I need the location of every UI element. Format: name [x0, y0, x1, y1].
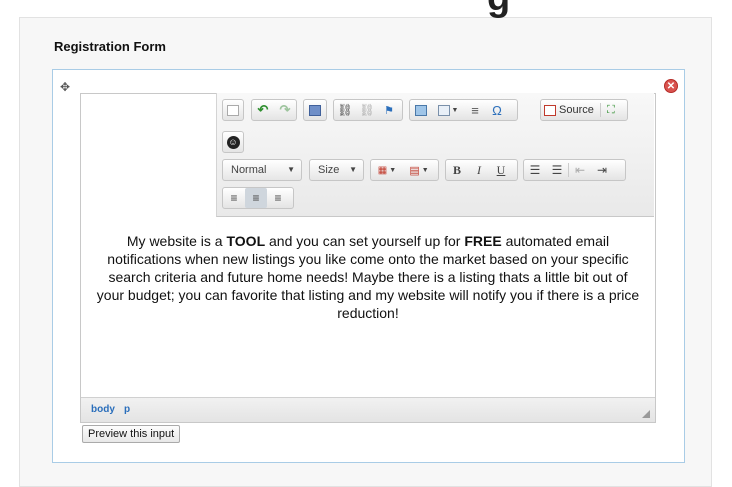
underline-button[interactable]: U	[490, 160, 512, 180]
table-icon[interactable]: ▼	[432, 100, 464, 120]
content-text: My website is a	[126, 233, 227, 249]
numbered-list-icon[interactable]: ☰	[524, 160, 546, 180]
special-char-icon[interactable]: Ω	[486, 100, 508, 120]
align-left-icon[interactable]: ≡	[223, 188, 245, 208]
bulleted-list-icon[interactable]: ☰	[546, 160, 568, 180]
size-combo-value: Size	[318, 164, 340, 176]
maximize-icon[interactable]: ⛶	[601, 100, 621, 120]
outdent-icon[interactable]: ⇤	[569, 160, 591, 180]
editor-content[interactable]: My website is a TOOL and you can set you…	[96, 232, 640, 322]
chevron-down-icon: ▼	[287, 165, 295, 174]
spellcheck-group	[303, 99, 327, 121]
italic-button[interactable]: I	[468, 160, 490, 180]
link-group: ⛓ ⛓ ⚑	[333, 99, 403, 121]
spellcheck-icon[interactable]	[304, 100, 326, 120]
unlink-icon[interactable]: ⛓	[356, 100, 378, 120]
source-group: Source ⛶	[540, 99, 628, 121]
move-icon[interactable]: ✥	[60, 81, 72, 93]
insert-group: ▼ ≡ Ω	[409, 99, 518, 121]
accessibility-group: ☺	[222, 131, 244, 153]
link-icon[interactable]: ⛓	[334, 100, 356, 120]
undo-redo-group: ↶ ↷	[251, 99, 297, 121]
source-button-label[interactable]: Source	[559, 104, 594, 116]
resize-grip-icon[interactable]	[642, 410, 650, 418]
horizontal-line-icon[interactable]: ≡	[464, 100, 486, 120]
background-color-icon[interactable]: ▤ ▼	[403, 160, 435, 180]
source-icon[interactable]	[541, 100, 559, 120]
path-element-body[interactable]: body	[91, 404, 115, 415]
anchor-flag-icon[interactable]: ⚑	[378, 100, 400, 120]
format-combo[interactable]: Normal ▼	[222, 159, 302, 181]
accessibility-icon[interactable]: ☺	[223, 132, 243, 152]
undo-icon[interactable]: ↶	[252, 100, 274, 120]
content-bold-text: FREE	[464, 233, 502, 249]
chevron-down-icon: ▼	[349, 165, 357, 174]
alignment-group: ≡ ≡ ≡	[222, 187, 294, 209]
clipboard-group	[222, 99, 244, 121]
bold-button[interactable]: B	[446, 160, 468, 180]
preview-input-button[interactable]: Preview this input	[82, 425, 181, 443]
list-indent-group: ☰ ☰ ⇤ ⇥	[523, 159, 626, 181]
image-icon[interactable]	[410, 100, 432, 120]
redo-icon[interactable]: ↷	[274, 100, 296, 120]
align-right-icon[interactable]: ≡	[267, 188, 289, 208]
text-color-icon[interactable]: ▦ ▼	[371, 160, 403, 180]
size-combo[interactable]: Size ▼	[309, 159, 364, 181]
align-center-icon[interactable]: ≡	[245, 188, 267, 208]
form-title: Registration Form	[54, 39, 166, 54]
page-heading-fragment: g	[487, 0, 511, 18]
path-element-p[interactable]: p	[124, 404, 130, 415]
basic-styles-group: B I U	[445, 159, 518, 181]
content-text: and you can set yourself up for	[265, 233, 465, 249]
editor-toolbar: ↶ ↷ ⛓ ⛓ ⚑ ▼ ≡ Ω Source ⛶ ☺ Normal ▼ Size…	[216, 93, 654, 217]
indent-icon[interactable]: ⇥	[591, 160, 613, 180]
format-combo-value: Normal	[231, 164, 267, 176]
remove-icon[interactable]: ✕	[664, 79, 678, 93]
content-bold-text: TOOL	[226, 233, 266, 249]
element-path-bar: body p	[81, 397, 655, 422]
color-group: ▦ ▼ ▤ ▼	[370, 159, 439, 181]
paste-icon[interactable]	[223, 100, 243, 120]
